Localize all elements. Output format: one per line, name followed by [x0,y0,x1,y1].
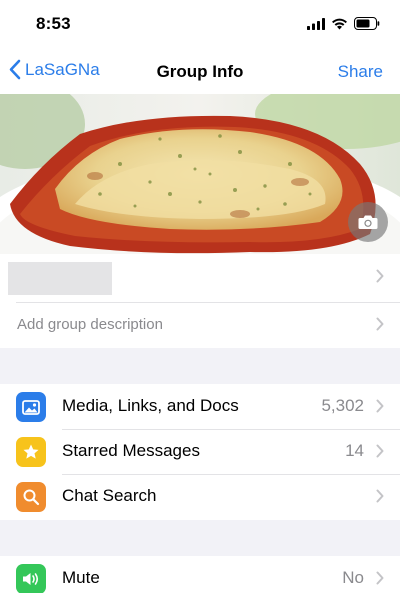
speaker-icon [16,564,46,593]
chevron-right-icon [376,399,384,413]
cellular-signal-icon [307,17,325,30]
group-options-card: Media, Links, and Docs 5,302 Starred Mes… [0,384,400,520]
notification-settings-card: Mute No [0,556,400,593]
lasagna-photo-image [0,94,400,254]
starred-count: 14 [345,441,364,460]
mute-status: No [342,568,364,587]
menu-item-starred-messages[interactable]: Starred Messages 14 [0,429,400,474]
status-time: 8:53 [36,14,71,33]
group-info-card: Add group description [0,254,400,348]
battery-icon [354,17,380,30]
group-name-redacted [8,262,112,295]
chevron-right-icon [376,444,384,458]
menu-item-mute[interactable]: Mute No [0,556,400,593]
search-icon [16,482,46,512]
camera-icon [358,215,378,229]
change-photo-button[interactable] [348,202,388,242]
group-name-row[interactable] [0,254,400,302]
menu-item-chat-search[interactable]: Chat Search [0,474,400,519]
chevron-right-icon [376,317,384,331]
wifi-icon [332,18,347,30]
group-photo[interactable] [0,94,400,254]
share-button[interactable]: Share [338,62,383,82]
status-bar: 8:53 [0,0,400,50]
menu-item-media-links-docs[interactable]: Media, Links, and Docs 5,302 [0,384,400,429]
menu-item-label: Media, Links, and Docs [62,396,239,415]
chevron-right-icon [376,489,384,503]
media-count: 5,302 [321,396,364,415]
status-icons [307,17,380,30]
menu-item-label: Chat Search [62,486,157,505]
group-description-placeholder: Add group description [17,316,163,333]
chevron-right-icon [376,571,384,585]
menu-item-label: Mute [62,568,100,587]
group-description-row[interactable]: Add group description [0,302,400,348]
photo-icon [16,392,46,422]
chevron-right-icon [376,269,384,283]
menu-item-label: Starred Messages [62,441,200,460]
star-icon [16,437,46,467]
navigation-bar: LaSaGNa Group Info Share [0,50,400,94]
